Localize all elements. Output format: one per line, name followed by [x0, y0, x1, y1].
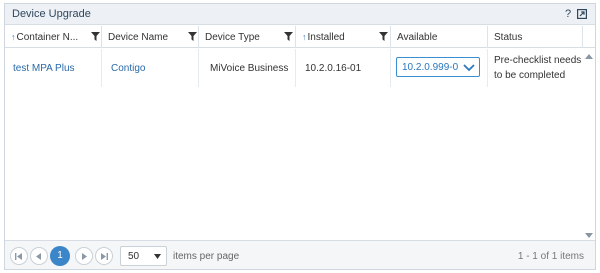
panel-header: Device Upgrade ? — [5, 4, 595, 25]
installed-version: 10.2.0.16-01 — [305, 63, 362, 74]
first-page-button[interactable] — [10, 247, 28, 265]
table-row: test MPA Plus Contigo MiVoice Business 1… — [5, 49, 583, 87]
column-label: Status — [494, 32, 523, 43]
column-header-available[interactable]: Available — [391, 26, 488, 48]
column-label: Container N... — [16, 32, 79, 43]
filter-icon[interactable] — [188, 32, 197, 41]
pager: 1 50 items per page 1 - 1 of 1 items — [5, 240, 595, 269]
item-range-label: 1 - 1 of 1 items — [517, 251, 584, 262]
column-header-status[interactable]: Status — [488, 26, 583, 48]
last-page-icon — [101, 253, 108, 260]
cell-installed: 10.2.0.16-01 — [296, 49, 391, 87]
next-page-icon — [82, 253, 87, 260]
column-header-container[interactable]: ↑Container N... — [5, 26, 102, 48]
cell-status: Pre-checklist needs to be completed — [488, 49, 583, 87]
cell-device-name: Contigo — [102, 49, 199, 87]
vertical-scrollbar[interactable] — [583, 49, 595, 239]
popout-icon[interactable] — [577, 9, 587, 19]
filter-icon[interactable] — [91, 32, 100, 41]
status-text: Pre-checklist needs — [494, 55, 582, 66]
grid-body: test MPA Plus Contigo MiVoice Business 1… — [5, 49, 595, 239]
container-link[interactable]: test MPA Plus — [13, 63, 75, 74]
next-page-button[interactable] — [75, 247, 93, 265]
sort-asc-icon: ↑ — [11, 32, 16, 42]
page-size-select[interactable]: 50 — [120, 246, 167, 266]
column-label: Device Name — [108, 32, 169, 43]
device-upgrade-panel: Device Upgrade ? ↑Container N... Device … — [4, 3, 596, 270]
column-header-device-name[interactable]: Device Name — [102, 26, 199, 48]
last-page-button[interactable] — [95, 247, 113, 265]
device-type-value: MiVoice Business — [210, 63, 289, 74]
filter-icon[interactable] — [284, 32, 293, 41]
cell-container: test MPA Plus — [5, 49, 102, 87]
current-page-button[interactable]: 1 — [50, 246, 70, 266]
sort-asc-icon: ↑ — [302, 32, 307, 42]
device-name-link[interactable]: Contigo — [111, 63, 145, 74]
previous-page-icon — [36, 253, 41, 260]
column-header-device-type[interactable]: Device Type — [199, 26, 296, 48]
chevron-down-icon — [463, 64, 475, 72]
help-icon[interactable]: ? — [565, 8, 571, 20]
available-version-value: 10.2.0.999-0 — [402, 62, 459, 73]
column-header-installed[interactable]: ↑Installed — [296, 26, 391, 48]
scroll-down-icon[interactable] — [585, 233, 593, 239]
page-size-value: 50 — [128, 251, 140, 262]
column-label: Available — [397, 32, 438, 43]
first-page-icon — [15, 253, 22, 260]
column-label: Installed — [307, 32, 345, 43]
caret-down-icon — [154, 254, 161, 259]
previous-page-button[interactable] — [30, 247, 48, 265]
status-text: to be completed — [494, 70, 566, 81]
scroll-up-icon[interactable] — [585, 53, 593, 59]
cell-available: 10.2.0.999-0 — [391, 49, 488, 87]
cell-device-type: MiVoice Business — [199, 49, 296, 87]
panel-title: Device Upgrade — [12, 8, 91, 20]
filter-icon[interactable] — [379, 32, 388, 41]
items-per-page-label: items per page — [173, 251, 240, 262]
grid-header: ↑Container N... Device Name Device Type … — [5, 26, 595, 48]
column-label: Device Type — [205, 32, 260, 43]
available-version-select[interactable]: 10.2.0.999-0 — [396, 57, 480, 77]
